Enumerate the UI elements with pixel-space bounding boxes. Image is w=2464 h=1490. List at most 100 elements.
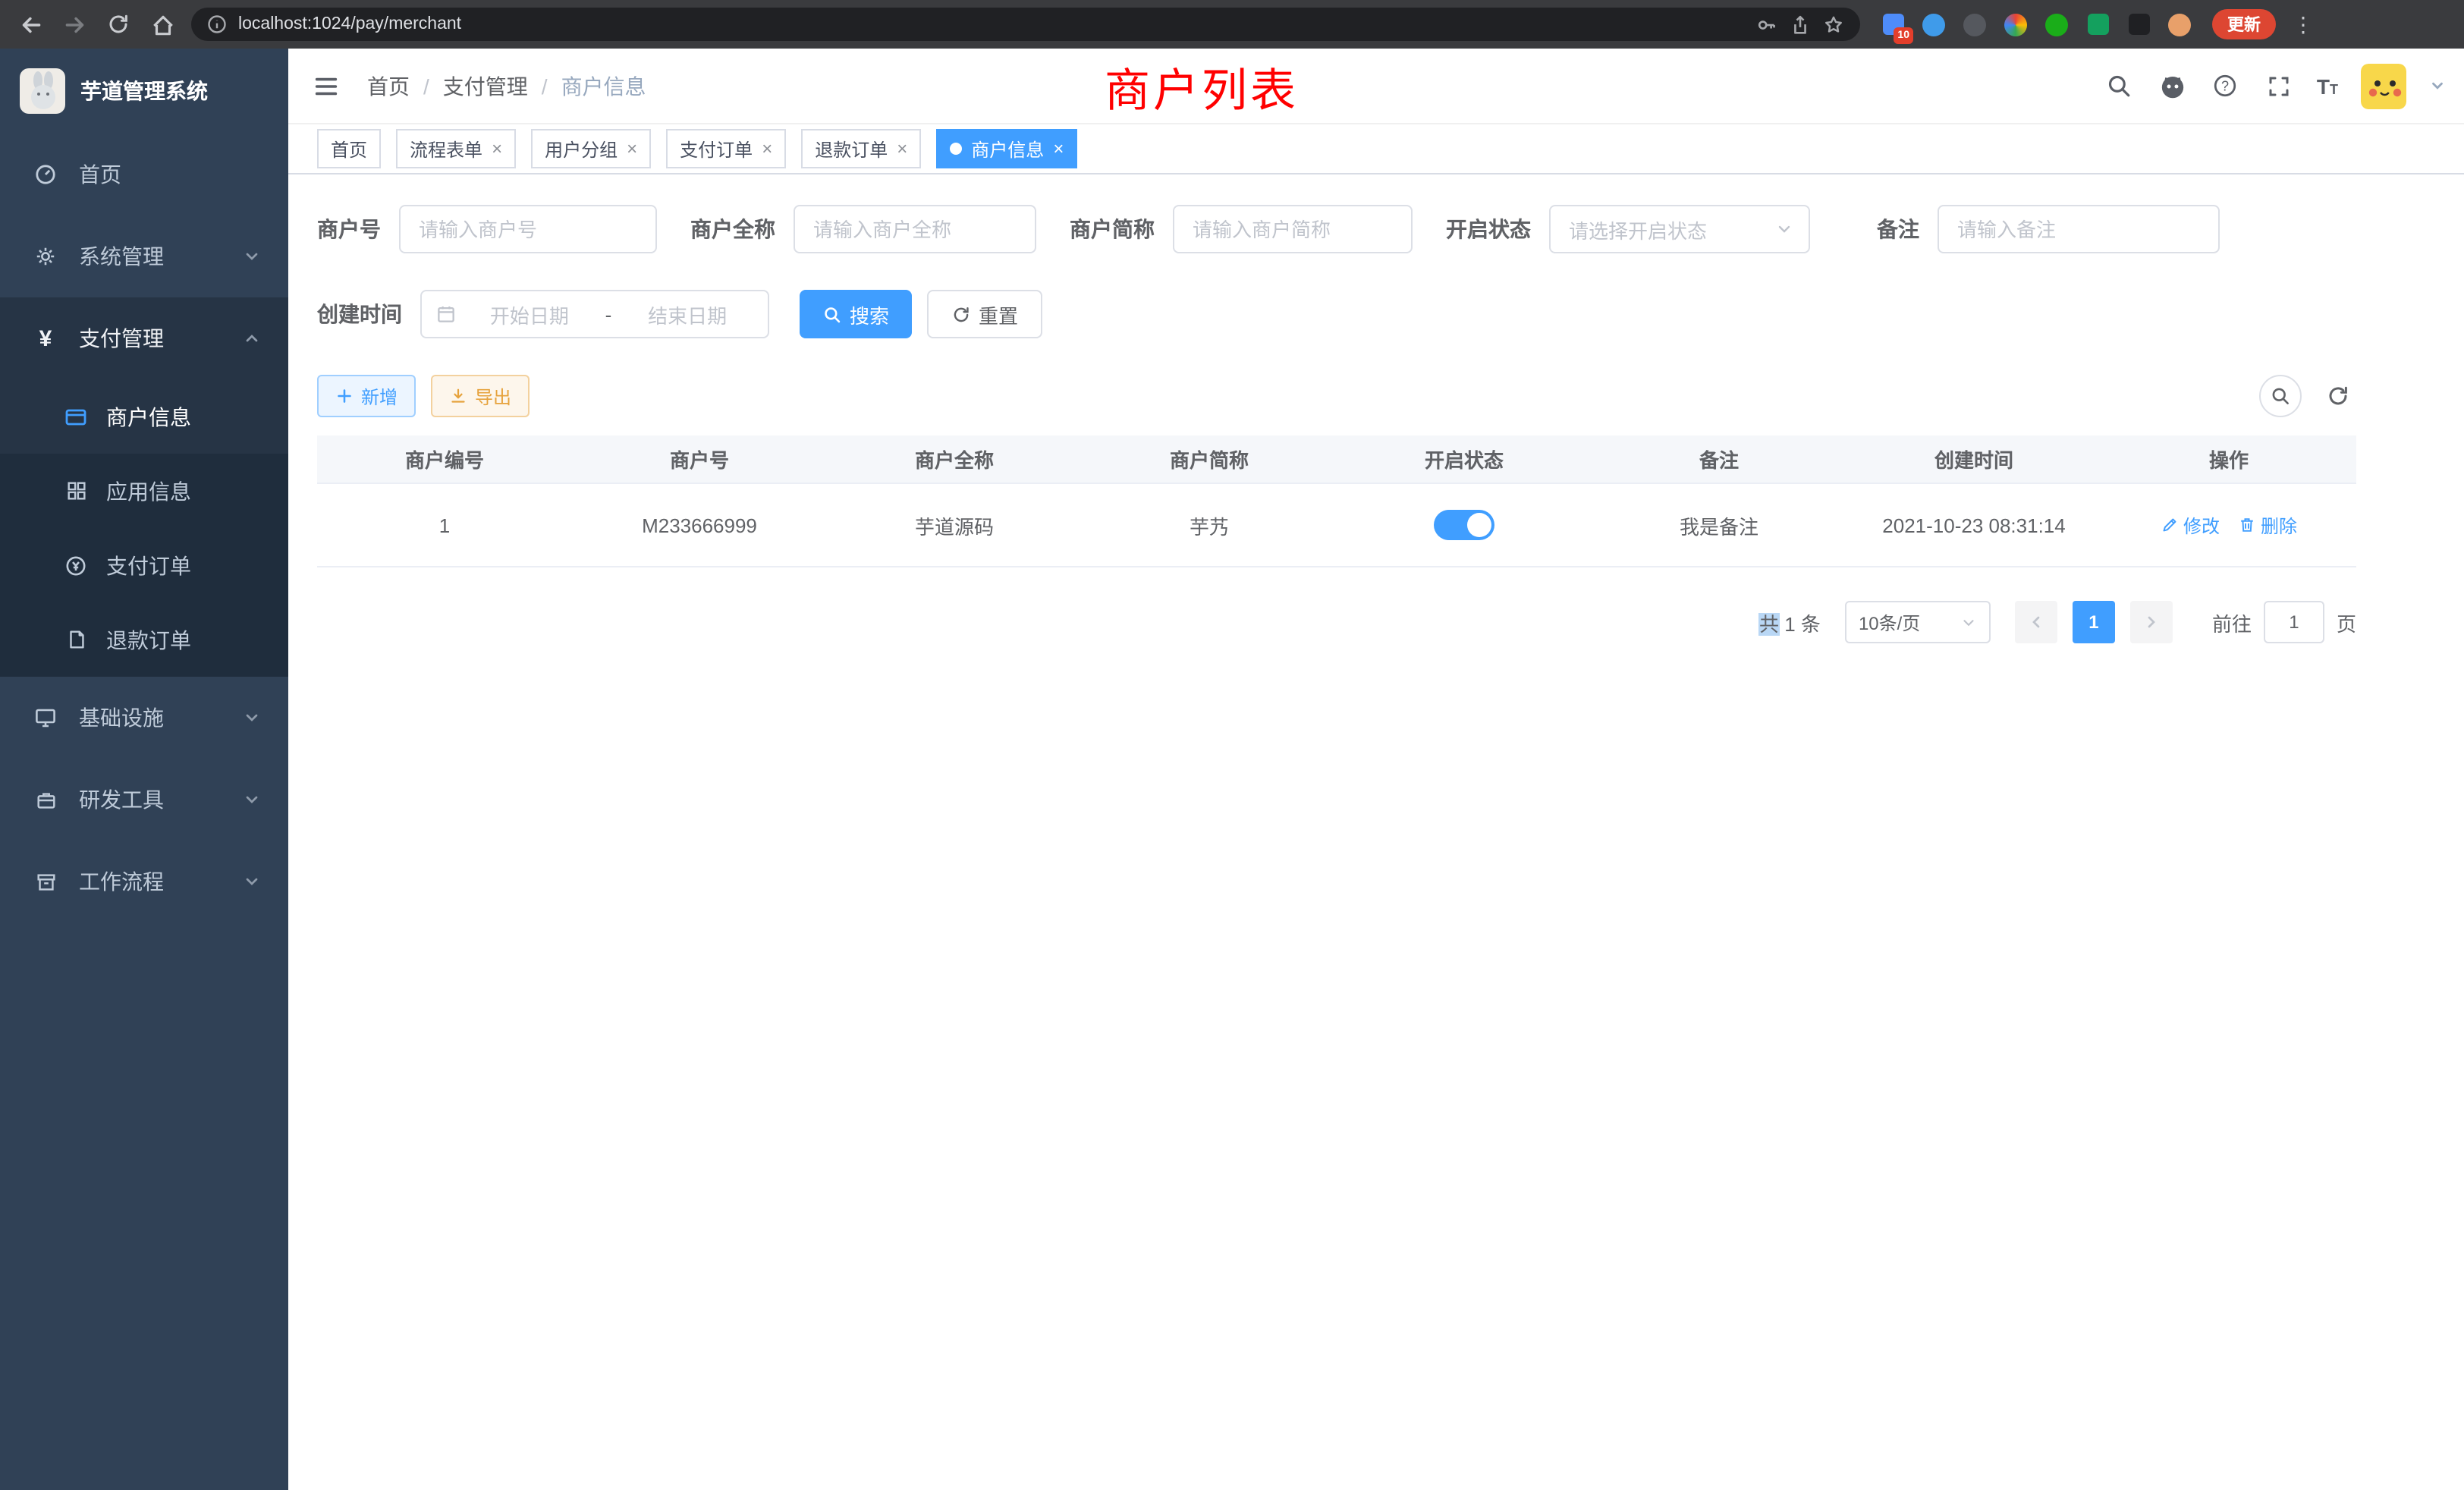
sidebar-item-refund[interactable]: 退款订单 [0,602,288,677]
sidebar-item-app[interactable]: 应用信息 [0,454,288,528]
short-name-input[interactable] [1173,205,1413,253]
browser-reload-icon[interactable] [103,9,134,39]
extension-green-icon[interactable] [2044,11,2070,37]
share-icon[interactable] [1789,13,1812,36]
column-header: 商户全称 [827,445,1082,473]
filter-row-2: 创建时间 开始日期 - 结束日期 搜索 [317,290,2356,338]
url-bar[interactable]: localhost:1024/pay/merchant [191,8,1860,41]
sidebar-item-label: 退款订单 [106,624,191,655]
breadcrumb: 首页 / 支付管理 / 商户信息 [367,71,646,101]
app-logo[interactable]: 芋道管理系统 [0,49,288,134]
remark-input[interactable] [1938,205,2220,253]
extension-blue-icon[interactable] [1921,11,1947,37]
yen-icon: ¥ [33,326,58,350]
pinned-extension-icon[interactable]: 10 [1880,11,1906,37]
sidebar-collapse-icon[interactable] [310,69,343,102]
page-unit-label: 页 [2337,608,2356,637]
tab-user-group[interactable]: 用户分组 × [531,129,651,168]
add-button[interactable]: 新增 [317,375,416,417]
filter-merchant-no: 商户号 [317,205,657,253]
sidebar-item-infra[interactable]: 基础设施 [0,677,288,759]
page-info-icon[interactable] [206,14,228,35]
browser-forward-icon[interactable] [59,9,90,39]
pagination: 共 1 条 10条/页 1 前往 [317,601,2356,643]
page-size-value: 10条/页 [1859,609,1920,635]
reset-button-label: 重置 [979,300,1018,328]
field-label: 开启状态 [1446,214,1549,244]
breadcrumb-current: 商户信息 [561,71,646,101]
close-icon[interactable]: × [762,140,772,158]
browser-home-icon[interactable] [147,9,178,39]
tab-home[interactable]: 首页 [317,129,381,168]
extension-puzzle-icon[interactable] [2126,11,2151,37]
sidebar-item-label: 首页 [79,159,121,190]
browser-back-icon[interactable] [15,9,46,39]
chevron-down-icon [243,709,261,727]
help-icon[interactable]: ? [2211,71,2241,101]
bookmark-star-icon[interactable] [1822,13,1845,36]
breadcrumb-pay[interactable]: 支付管理 [443,71,528,101]
sidebar-item-merchant[interactable]: 商户信息 [0,379,288,454]
table-row: 1 M233666999 芋道源码 芋艿 我是备注 2021-10-23 08:… [317,484,2356,567]
full-name-input[interactable] [794,205,1036,253]
app-page: 芋道管理系统 首页 系统管理 ¥ 支付管理 [0,49,2464,1490]
search-icon[interactable] [2104,71,2135,101]
browser-update-button[interactable]: 更新 [2212,9,2276,39]
goto-label: 前往 [2212,608,2252,637]
next-page-button[interactable] [2130,601,2173,643]
password-key-icon[interactable] [1755,13,1778,36]
start-date-placeholder: 开始日期 [463,300,596,328]
date-range-picker[interactable]: 开始日期 - 结束日期 [420,290,769,338]
navbar-actions: ? TT [2104,63,2446,108]
sidebar-item-system[interactable]: 系统管理 [0,215,288,297]
sidebar-item-pay[interactable]: ¥ 支付管理 [0,297,288,379]
sidebar-item-dev[interactable]: 研发工具 [0,759,288,841]
column-header: 操作 [2101,445,2356,473]
toggle-search-button[interactable] [2259,375,2302,417]
extension-doc-icon[interactable] [2085,11,2110,37]
cell-short-name: 芋艿 [1082,511,1337,539]
sidebar-item-order[interactable]: 支付订单 [0,528,288,602]
chevron-down-icon [1960,614,1977,630]
close-icon[interactable]: × [897,140,907,158]
avatar-caret-icon[interactable] [2429,77,2446,94]
edit-link[interactable]: 修改 [2161,512,2220,538]
tab-refund-order[interactable]: 退款订单 × [801,129,921,168]
reset-button[interactable]: 重置 [927,290,1042,338]
delete-link[interactable]: 删除 [2238,512,2297,538]
field-label: 商户简称 [1070,214,1173,244]
browser-menu-icon[interactable]: ⋮ [2293,11,2314,37]
status-select[interactable]: 请选择开启状态 [1549,205,1810,253]
calendar-icon [435,303,457,325]
close-icon[interactable]: × [1053,140,1064,158]
pay-order-icon [64,553,88,577]
sidebar-item-workflow[interactable]: 工作流程 [0,841,288,923]
prev-page-button[interactable] [2015,601,2057,643]
extension-multicolor-icon[interactable] [2003,11,2029,37]
export-button[interactable]: 导出 [431,375,530,417]
tab-merchant-info[interactable]: 商户信息 × [936,129,1077,168]
close-icon[interactable]: × [492,140,502,158]
extension-gray-icon[interactable] [1962,11,1988,37]
active-dot [950,143,962,155]
column-header: 创建时间 [1846,445,2101,473]
breadcrumb-home[interactable]: 首页 [367,71,410,101]
tab-process-form[interactable]: 流程表单 × [396,129,516,168]
page-size-select[interactable]: 10条/页 [1845,601,1991,643]
chevron-down-icon [243,247,261,266]
github-icon[interactable] [2158,71,2188,101]
page-number-button[interactable]: 1 [2073,601,2115,643]
font-size-icon[interactable]: TT [2317,75,2338,96]
tab-pay-order[interactable]: 支付订单 × [666,129,786,168]
refresh-table-button[interactable] [2320,378,2356,414]
close-icon[interactable]: × [627,140,637,158]
fullscreen-icon[interactable] [2264,71,2294,101]
sidebar-item-home[interactable]: 首页 [0,134,288,215]
status-toggle[interactable] [1434,510,1494,540]
search-button[interactable]: 搜索 [800,290,912,338]
goto-page-input[interactable] [2264,601,2324,643]
profile-avatar-icon[interactable] [2167,11,2192,37]
merchant-no-input[interactable] [399,205,657,253]
user-avatar[interactable] [2361,63,2406,108]
pay-submenu: 商户信息 应用信息 支付订单 [0,379,288,677]
